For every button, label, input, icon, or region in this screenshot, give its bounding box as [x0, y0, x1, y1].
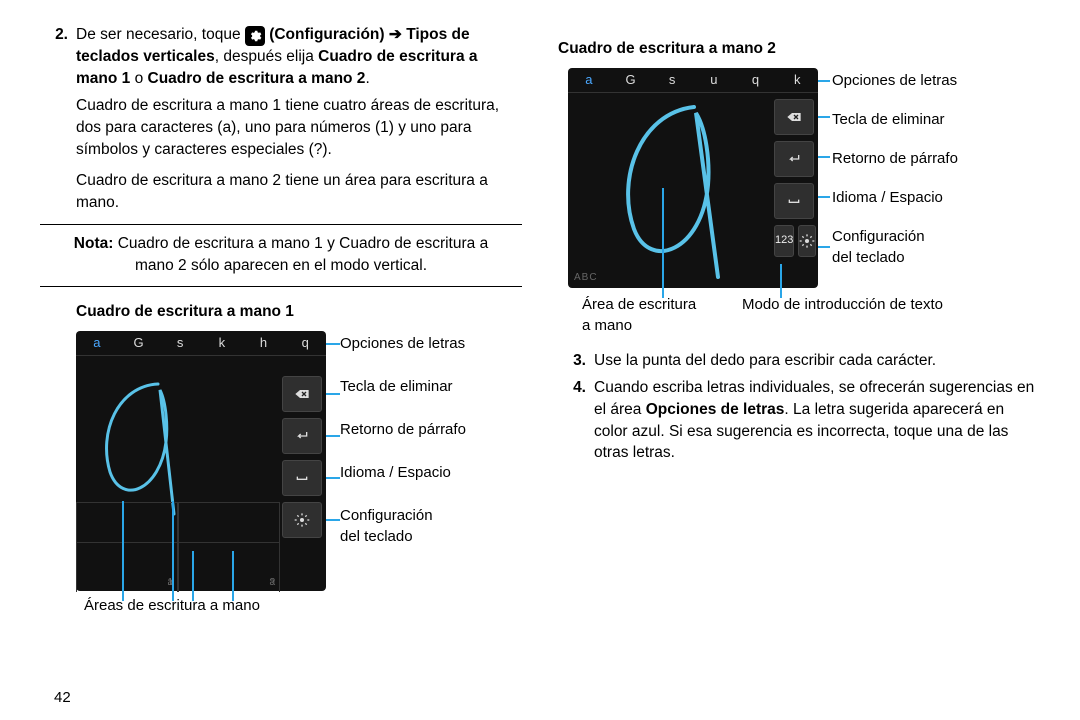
letter-option: a — [76, 331, 118, 355]
space-key — [282, 460, 322, 496]
area-mark: ? — [269, 576, 275, 590]
leader-line — [326, 393, 340, 395]
step-2: 2. De ser necesario, toque (Configuració… — [40, 24, 522, 89]
step-4: 4. Cuando escriba letras individuales, s… — [558, 377, 1040, 464]
gear-icon — [245, 26, 265, 46]
paragraph: Cuadro de escritura a mano 2 tiene un ár… — [76, 170, 522, 213]
arrow-icon: ➔ — [389, 26, 402, 43]
note: Nota: Cuadro de escritura a mano 1 y Cua… — [56, 233, 506, 276]
abc-indicator: ABC — [574, 271, 598, 285]
letter-option: u — [693, 68, 735, 92]
step-number: 3. — [558, 350, 594, 372]
heading-box2: Cuadro de escritura a mano 2 — [558, 38, 1040, 60]
text: del teclado — [340, 528, 413, 545]
leader-line — [326, 343, 340, 345]
leader-line — [326, 477, 340, 479]
step-number: 2. — [40, 24, 76, 89]
text: . — [365, 70, 369, 87]
leader-line — [818, 80, 830, 82]
text: Área de escritura — [582, 296, 696, 313]
letter-option: k — [201, 331, 243, 355]
callout-label: Retorno de párrafo — [832, 148, 958, 169]
leader-line — [818, 196, 830, 198]
callout-label: Opciones de letras — [832, 70, 958, 91]
backspace-key — [774, 99, 814, 135]
settings-key — [798, 225, 816, 257]
paragraph: Cuadro de escritura a mano 1 tiene cuatr… — [76, 95, 522, 160]
text: Opciones de letras — [646, 401, 785, 418]
note-label: Nota: — [74, 235, 114, 252]
letter-option: k — [776, 68, 818, 92]
letter-option: h — [243, 331, 285, 355]
letter-option: q — [284, 331, 326, 355]
backspace-key — [282, 376, 322, 412]
divider — [40, 224, 522, 225]
text: del teclado — [832, 249, 905, 266]
letter-option: G — [118, 331, 160, 355]
handwriting-stroke — [88, 372, 198, 507]
writing-area: 1 — [76, 542, 178, 592]
handwriting-stroke — [608, 99, 738, 274]
leader-line — [818, 156, 830, 158]
areas-label: Áreas de escritura a mano — [84, 595, 522, 616]
page-number: 42 — [54, 687, 71, 708]
input-mode-label: Modo de introducción de texto — [742, 294, 943, 336]
figure-box2: a G s u q k 123 — [568, 68, 818, 288]
callout-label: Tecla de eliminar — [832, 109, 958, 130]
text: (Configuración) — [269, 26, 384, 43]
text: Configuración — [340, 507, 433, 524]
text: , después elija — [215, 48, 318, 65]
enter-key — [774, 141, 814, 177]
leader-line — [326, 435, 340, 437]
step-3: 3. Use la punta del dedo para escribir c… — [558, 350, 1040, 372]
callout-label: Retorno de párrafo — [340, 419, 466, 440]
letter-options-bar: a G s u q k — [568, 68, 818, 93]
note-text: Cuadro de escritura a mano 1 y Cuadro de… — [113, 235, 488, 274]
space-key — [774, 183, 814, 219]
enter-key — [282, 418, 322, 454]
letter-options-bar: a G s k h q — [76, 331, 326, 356]
letter-option: s — [651, 68, 693, 92]
step-2-text: De ser necesario, toque (Configuración) … — [76, 24, 522, 89]
callout-label: Idioma / Espacio — [832, 187, 958, 208]
callout-label: Configuración del teclado — [340, 505, 466, 547]
callout-label: Configuración del teclado — [832, 226, 958, 268]
divider — [40, 286, 522, 287]
text: o — [130, 70, 147, 87]
leader-line — [326, 519, 340, 521]
step-4-text: Cuando escriba letras individuales, se o… — [594, 377, 1040, 464]
text: Configuración — [832, 228, 925, 245]
leader-line — [818, 116, 830, 118]
callout-label: Opciones de letras — [340, 333, 466, 354]
num-mode-key: 123 — [774, 225, 794, 257]
settings-key — [282, 502, 322, 538]
step-number: 4. — [558, 377, 594, 464]
callout-label: Tecla de eliminar — [340, 376, 466, 397]
step-3-text: Use la punta del dedo para escribir cada… — [594, 350, 1040, 372]
area-mark: 1 — [167, 576, 173, 590]
area-label: Área de escritura a mano — [582, 294, 712, 336]
writing-area: ? — [178, 542, 280, 592]
letter-option: a — [568, 68, 610, 92]
heading-box1: Cuadro de escritura a mano 1 — [76, 301, 522, 323]
letter-option: G — [610, 68, 652, 92]
text: De ser necesario, toque — [76, 26, 245, 43]
text: a mano — [582, 317, 632, 334]
figure-box1: a G s k h q a a 1 — [76, 331, 326, 591]
letter-option: s — [159, 331, 201, 355]
text: Cuadro de escritura a mano 2 — [148, 70, 366, 87]
letter-option: q — [735, 68, 777, 92]
leader-line — [818, 246, 830, 248]
callout-label: Idioma / Espacio — [340, 462, 466, 483]
